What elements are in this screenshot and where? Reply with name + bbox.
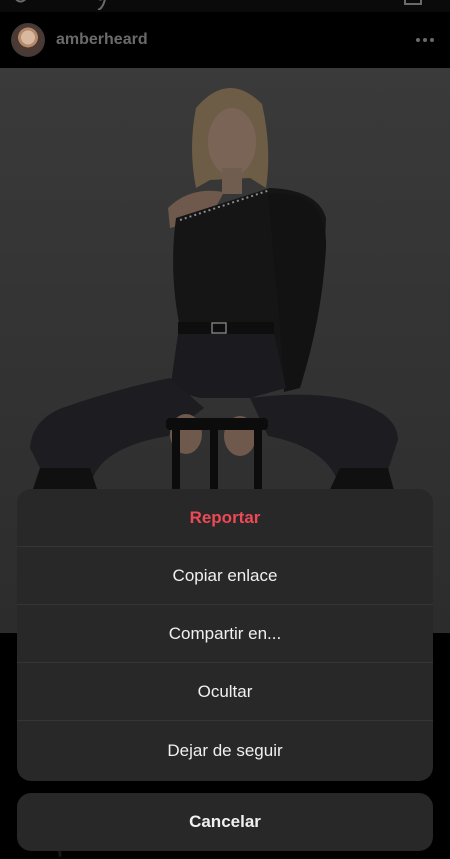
instagram-logo-icon — [15, 0, 106, 10]
copy-link-button[interactable]: Copiar enlace — [17, 547, 433, 605]
post-header: amberheard — [0, 12, 450, 68]
action-sheet: Reportar Copiar enlace Compartir en... O… — [17, 489, 433, 781]
unfollow-button[interactable]: Dejar de seguir — [17, 721, 433, 781]
share-to-button[interactable]: Compartir en... — [17, 605, 433, 663]
report-button[interactable]: Reportar — [17, 489, 433, 547]
app-header-fragment — [0, 0, 450, 12]
post-username[interactable]: amberheard — [56, 31, 148, 49]
hide-button[interactable]: Ocultar — [17, 663, 433, 721]
new-post-icon[interactable] — [404, 0, 422, 8]
avatar[interactable] — [11, 23, 45, 57]
cancel-button[interactable]: Cancelar — [17, 793, 433, 851]
more-horizontal-icon[interactable] — [416, 34, 434, 46]
